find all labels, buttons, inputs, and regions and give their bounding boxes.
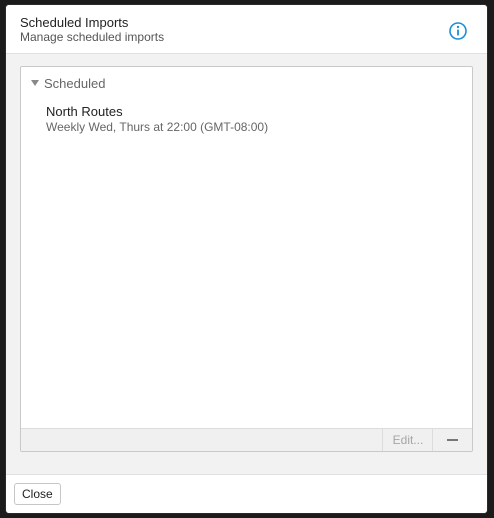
- dialog-title: Scheduled Imports: [20, 15, 129, 30]
- import-name: North Routes: [46, 104, 123, 119]
- group-header-scheduled[interactable]: Scheduled: [21, 67, 472, 95]
- edit-button[interactable]: Edit...: [382, 429, 433, 451]
- scheduled-imports-list: Scheduled North Routes Weekly Wed, Thurs…: [20, 66, 473, 452]
- import-schedule: Weekly Wed, Thurs at 22:00 (GMT-08:00): [46, 120, 269, 134]
- info-circle-icon[interactable]: [448, 21, 468, 41]
- group-label: Scheduled: [44, 76, 106, 91]
- remove-button[interactable]: [432, 429, 472, 451]
- dialog-footer: Close: [6, 474, 487, 513]
- scheduled-imports-dialog: Scheduled Imports Manage scheduled impor…: [6, 5, 487, 513]
- close-button[interactable]: Close: [14, 483, 61, 505]
- disclosure-triangle-down-icon[interactable]: [31, 80, 39, 86]
- dialog-subtitle: Manage scheduled imports: [20, 30, 165, 44]
- list-item[interactable]: North Routes Weekly Wed, Thurs at 22:00 …: [21, 101, 472, 139]
- list-toolbar: Edit...: [21, 428, 472, 451]
- dialog-body: Scheduled North Routes Weekly Wed, Thurs…: [6, 54, 487, 474]
- minus-icon: [447, 439, 458, 441]
- dialog-header: Scheduled Imports Manage scheduled impor…: [6, 5, 487, 54]
